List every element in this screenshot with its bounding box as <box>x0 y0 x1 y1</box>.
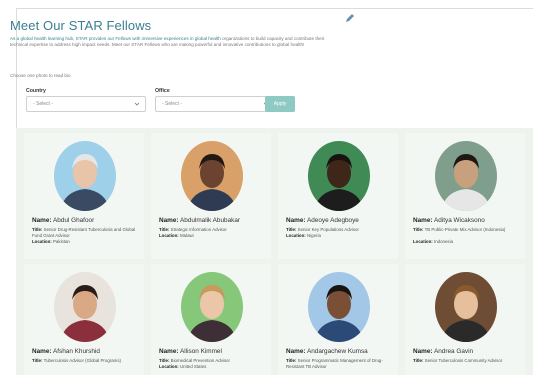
fellow-photo[interactable] <box>308 272 370 342</box>
fellow-location: Location: Pakistan <box>32 239 70 244</box>
chevron-down-icon <box>134 101 140 107</box>
fellow-portrait <box>308 141 370 211</box>
fellow-title: Title: Senior Key Populations Advisor <box>286 227 359 232</box>
fellow-card[interactable]: Name: Andrea Gavin Title: Senior Tubercu… <box>405 264 525 375</box>
fellow-portrait <box>435 272 497 342</box>
fellow-portrait <box>308 272 370 342</box>
choose-photo-hint: Choose one photo to read bio <box>10 73 71 78</box>
fellow-portrait <box>181 141 243 211</box>
fellow-name: Name: Aditya Wicaksono <box>413 217 485 224</box>
office-select-value: - Select - <box>162 101 183 107</box>
pencil-icon[interactable] <box>345 10 355 22</box>
fellow-location: Location: Indonesia <box>413 239 454 244</box>
fellow-location: Location: Malawi <box>159 233 194 238</box>
fellow-photo[interactable] <box>54 272 116 342</box>
office-label: Office <box>155 88 170 94</box>
fellow-card[interactable]: Name: Allison Kimmel Title: Biomedical P… <box>151 264 271 375</box>
fellow-title: Title: Senior Programmatic Management of… <box>286 358 383 369</box>
apply-filter-button[interactable]: Apply <box>265 96 295 112</box>
fellow-title: Title: Biomedical Prevention Advisor <box>159 358 230 363</box>
fellow-card[interactable]: Name: Abdul Ghafoor Title: Senior Drug-R… <box>24 133 144 259</box>
country-select-value: - Select - <box>33 101 54 107</box>
fellow-portrait <box>54 272 116 342</box>
country-label: Country <box>26 88 46 94</box>
office-select[interactable]: - Select - <box>155 96 275 112</box>
intro-paragraph: As a global health learning hub, STAR pr… <box>10 36 340 49</box>
fellow-photo[interactable] <box>435 272 497 342</box>
fellow-card[interactable]: Name: Abdulmalik Abubakar Title: Strateg… <box>151 133 271 259</box>
country-select[interactable]: - Select - <box>26 96 146 112</box>
fellow-location: Location: United States <box>159 364 207 369</box>
fellow-portrait <box>181 272 243 342</box>
fellow-name: Name: Allison Kimmel <box>159 348 222 355</box>
fellow-title: Title: Senior Drug-Resistant Tuberculosi… <box>32 227 136 238</box>
fellow-card[interactable]: Name: Adeoye Adegboye Title: Senior Key … <box>278 133 398 259</box>
fellow-name: Name: Abdul Ghafoor <box>32 217 95 224</box>
fellow-card[interactable]: Name: Afshan Khurshid Title: Tuberculosi… <box>24 264 144 375</box>
fellow-name: Name: Andrea Gavin <box>413 348 474 355</box>
fellow-name: Name: Abdulmalik Abubakar <box>159 217 241 224</box>
fellow-card[interactable]: Name: Aditya Wicaksono Title: TB Public-… <box>405 133 525 259</box>
fellow-portrait <box>54 141 116 211</box>
fellow-name: Name: Afshan Khurshid <box>32 348 100 355</box>
fellow-name: Name: Adeoye Adegboye <box>286 217 359 224</box>
fellow-photo[interactable] <box>181 141 243 211</box>
fellow-title: Title: TB Public-Private Mix Advisor (In… <box>413 227 506 232</box>
fellow-photo[interactable] <box>54 141 116 211</box>
fellow-title: Title: Tuberculosis Advisor (Global Prog… <box>32 358 121 363</box>
fellow-photo[interactable] <box>435 141 497 211</box>
fellow-location: Location: Nigeria <box>286 233 321 238</box>
fellow-photo[interactable] <box>181 272 243 342</box>
intro-lead: As a global health learning hub, STAR pr… <box>10 36 221 41</box>
fellow-title: Title: Strategic Information Advisor <box>159 227 227 232</box>
fellow-photo[interactable] <box>308 141 370 211</box>
fellow-title: Title: Senior Tuberculosis Community Adv… <box>413 358 503 363</box>
fellow-name: Name: Andargachew Kumsa <box>286 348 368 355</box>
fellow-card[interactable]: Name: Andargachew Kumsa Title: Senior Pr… <box>278 264 398 375</box>
fellow-portrait <box>435 141 497 211</box>
page-title: Meet Our STAR Fellows <box>10 18 152 33</box>
